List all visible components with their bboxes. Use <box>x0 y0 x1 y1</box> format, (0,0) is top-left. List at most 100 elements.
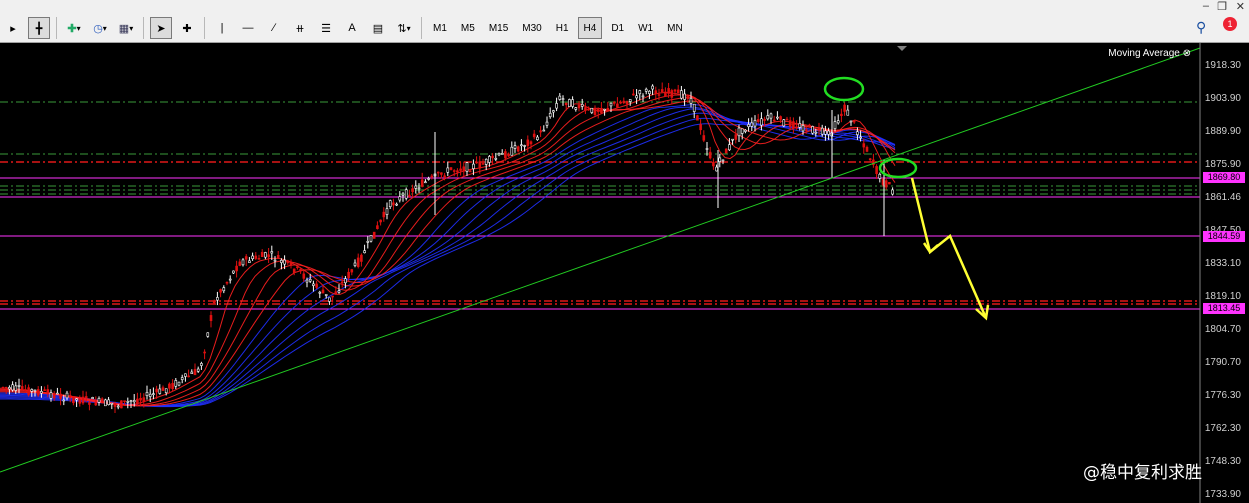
equidistant-channel-icon[interactable]: ⧺ <box>289 17 311 39</box>
bear-candle <box>88 402 91 405</box>
bull-candle <box>548 112 552 118</box>
bull-candle <box>523 145 526 147</box>
text-label-icon[interactable]: ▤ <box>367 17 389 39</box>
bear-candle <box>302 273 306 279</box>
bear-candle <box>584 107 587 111</box>
bear-candle <box>468 170 472 173</box>
new-chart-icon[interactable]: ✚ ▾ <box>63 17 85 39</box>
bull-candle <box>836 120 840 124</box>
bull-candle <box>638 90 642 95</box>
bull-candle <box>561 98 565 100</box>
bull-candle <box>644 88 648 92</box>
bull-candle <box>520 144 523 147</box>
bear-candle <box>296 266 299 269</box>
bull-candle <box>241 259 245 266</box>
timeframe-w1[interactable]: W1 <box>633 17 658 39</box>
price-axis-label: 1875.90 <box>1204 159 1241 170</box>
bear-candle <box>596 109 600 112</box>
vertical-line-icon[interactable]: | <box>211 17 233 39</box>
bear-candle <box>606 107 610 110</box>
bull-candle <box>196 368 200 372</box>
crosshair-bars-icon[interactable]: ╋ <box>28 17 50 39</box>
bull-candle <box>65 392 69 399</box>
bull-candle <box>488 156 491 163</box>
cursor-icon[interactable]: ➤ <box>150 17 172 39</box>
bull-candle <box>628 99 632 102</box>
bear-candle <box>36 389 40 396</box>
bear-candle <box>408 194 411 197</box>
price-tag-middle: 1844.59 <box>1203 231 1245 242</box>
timeframe-h1[interactable]: H1 <box>551 17 574 39</box>
bull-candle <box>337 290 341 293</box>
price-chart[interactable] <box>0 43 1249 503</box>
timeframe-m15[interactable]: M15 <box>484 17 513 39</box>
bull-candle <box>305 279 309 283</box>
bear-candle <box>676 89 680 94</box>
bear-candle <box>734 134 738 140</box>
bear-candle <box>120 400 123 409</box>
bull-candle <box>513 145 517 149</box>
close-circle-icon[interactable]: ⊗ <box>1183 48 1191 59</box>
bull-candle <box>683 93 686 100</box>
bull-candle <box>344 278 347 284</box>
bull-candle <box>17 385 21 387</box>
bull-candle <box>827 130 830 135</box>
search-icon[interactable]: ⚲ <box>1196 19 1206 36</box>
timeframe-h4[interactable]: H4 <box>577 17 603 39</box>
clock-icon[interactable]: ◷ ▾ <box>89 17 111 39</box>
bull-candle <box>651 85 654 90</box>
bull-candle <box>97 398 101 403</box>
timeframe-m1[interactable]: M1 <box>428 17 452 39</box>
restore-icon[interactable]: ❐ <box>1217 0 1227 13</box>
bull-candle <box>110 402 114 405</box>
bear-candle <box>193 369 197 376</box>
fibonacci-icon[interactable]: ☰ <box>315 17 337 39</box>
crosshair-icon[interactable]: ✚ <box>176 17 198 39</box>
bull-candle <box>753 120 757 127</box>
bull-candle <box>184 373 187 377</box>
indicator-label: Moving Average ⊗ <box>1108 48 1191 59</box>
bull-candle <box>568 99 571 107</box>
bear-candle <box>481 163 485 165</box>
bull-candle <box>11 384 14 391</box>
horizontal-line-icon[interactable]: — <box>237 17 259 39</box>
bear-candle <box>888 182 891 185</box>
play-icon[interactable]: ▸ <box>2 17 24 39</box>
bear-candle <box>123 400 126 403</box>
timeframe-mn[interactable]: MN <box>662 17 688 39</box>
ma-fast-line <box>0 96 896 407</box>
bull-candle <box>760 118 763 126</box>
bear-candle <box>321 289 325 294</box>
bear-candle <box>884 180 888 188</box>
notifications-icon[interactable]: 1 <box>1218 17 1240 35</box>
bear-candle <box>360 254 363 262</box>
bear-candle <box>654 90 658 95</box>
minimize-icon[interactable]: – <box>1203 0 1209 12</box>
templates-icon[interactable]: ▦ ▾ <box>115 17 137 39</box>
bull-candle <box>49 392 53 399</box>
bull-candle <box>648 90 651 94</box>
bear-candle <box>155 388 158 393</box>
ma-slow-line <box>0 104 896 407</box>
bear-candle <box>254 255 258 259</box>
bull-candle <box>680 90 683 99</box>
bull-candle <box>107 399 110 405</box>
bear-candle <box>660 89 664 93</box>
ma-slow-line <box>0 112 896 407</box>
bear-candle <box>68 395 72 398</box>
bear-candle <box>260 252 264 258</box>
timeframe-m5[interactable]: M5 <box>456 17 480 39</box>
text-tool-icon[interactable]: A <box>341 17 363 39</box>
bull-candle <box>782 119 786 127</box>
arrows-icon[interactable]: ⇅ ▾ <box>393 17 415 39</box>
close-icon[interactable]: ✕ <box>1236 0 1245 13</box>
timeframe-d1[interactable]: D1 <box>606 17 629 39</box>
timeframe-m30[interactable]: M30 <box>517 17 546 39</box>
bear-candle <box>600 108 603 114</box>
bear-candle <box>625 100 629 105</box>
bull-candle <box>148 393 152 397</box>
trendline-icon[interactable]: ∕ <box>263 17 285 39</box>
indicator-name: Moving Average <box>1108 48 1180 59</box>
bear-candle <box>667 88 670 94</box>
bull-candle <box>280 259 283 263</box>
